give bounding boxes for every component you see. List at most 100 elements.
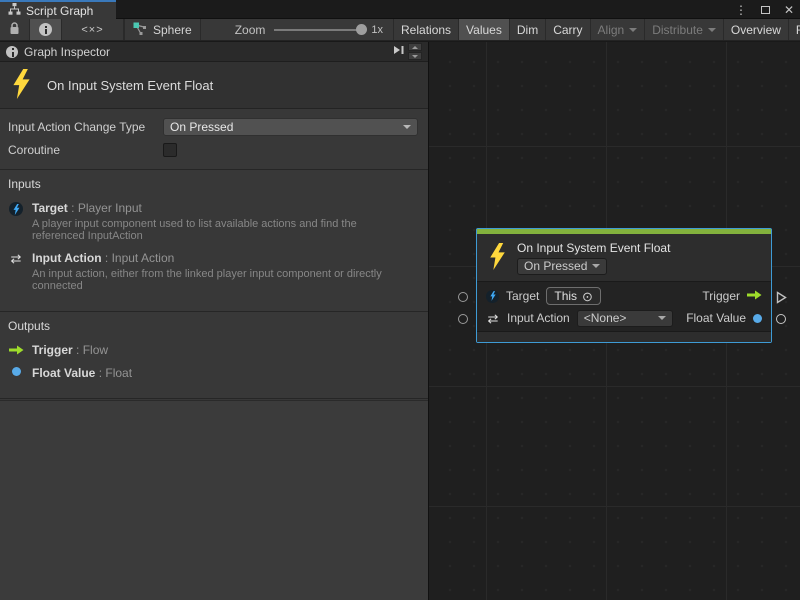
inspector-toggle-button[interactable]: [30, 19, 62, 40]
inspector-node-title: On Input System Event Float: [47, 78, 213, 93]
chevron-down-icon: [403, 125, 411, 129]
lock-button[interactable]: [0, 19, 30, 40]
button-label: Overview: [731, 23, 781, 37]
window-controls: ⋮ ✕: [734, 0, 796, 19]
port-label-target: Target: [506, 289, 539, 303]
target-this-button[interactable]: This ⊙: [546, 287, 601, 305]
flow-arrow-icon[interactable]: [747, 289, 762, 303]
pin-type-text: Float: [105, 366, 132, 380]
pin-item-trigger: Trigger : Flow: [8, 343, 418, 358]
window-maximize-icon[interactable]: [758, 3, 772, 17]
external-input-port-action[interactable]: [458, 314, 468, 324]
button-label: Full Screen: [796, 23, 800, 37]
input-action-dropdown[interactable]: <None>: [577, 310, 673, 327]
node-title: On Input System Event Float: [517, 241, 670, 255]
player-input-icon: [486, 290, 499, 303]
window-close-icon[interactable]: ✕: [782, 3, 796, 17]
code-icon: <×>: [81, 24, 103, 36]
pin-type-text: Player Input: [78, 201, 142, 215]
port-label-trigger: Trigger: [702, 289, 740, 303]
player-input-icon: [9, 202, 23, 216]
colon: :: [76, 343, 79, 357]
pin-description: An input action, either from the linked …: [32, 268, 392, 292]
dock-panel-icon[interactable]: [393, 44, 405, 59]
toolbar-button-distribute[interactable]: Distribute: [645, 19, 724, 40]
button-label: Align: [598, 23, 625, 37]
tab-bar: Script Graph ⋮ ✕: [0, 0, 800, 19]
external-input-port-target[interactable]: [458, 292, 468, 302]
script-graph-icon: [8, 3, 21, 18]
tab-script-graph[interactable]: Script Graph: [0, 0, 116, 19]
section-title: Inputs: [8, 177, 418, 191]
lock-icon: [9, 22, 20, 38]
pin-name: Input Action: [32, 251, 102, 265]
toolbar-button-carry[interactable]: Carry: [546, 19, 590, 40]
toolbar-button-fullscreen[interactable]: Full Screen: [789, 19, 800, 40]
scope-picker-icon: ⊙: [582, 290, 593, 303]
inspector-empty-area: [0, 400, 428, 600]
graph-inspector-panel: Graph Inspector: [0, 42, 429, 600]
pin-name: Target: [32, 201, 68, 215]
flow-arrow-icon: [9, 344, 24, 358]
info-icon: [6, 46, 18, 58]
property-label: Input Action Change Type: [8, 120, 163, 134]
float-value-icon: [12, 367, 21, 376]
dropdown-value: <None>: [584, 311, 627, 325]
graph-toolbar: <×> Sphere Zoom 1x Relations Values Dim …: [0, 19, 800, 41]
zoom-slider[interactable]: [274, 29, 362, 31]
external-output-port-float[interactable]: [776, 314, 786, 324]
external-output-port-trigger[interactable]: [776, 291, 787, 307]
float-value-port-icon[interactable]: [753, 314, 762, 323]
scroll-down-button[interactable]: [408, 52, 422, 60]
node-title-block: On Input System Event Float: [0, 62, 428, 109]
section-title: Outputs: [8, 319, 418, 333]
toolbar-button-relations[interactable]: Relations: [394, 19, 459, 40]
change-type-dropdown[interactable]: On Pressed: [163, 118, 418, 136]
scroll-steppers: [408, 43, 422, 60]
graph-inspector-header: Graph Inspector: [0, 42, 428, 62]
property-row-change-type: Input Action Change Type On Pressed: [8, 117, 418, 136]
node-header: On Input System Event Float On Pressed: [477, 234, 771, 282]
coroutine-checkbox[interactable]: [163, 143, 177, 157]
port-label-input-action: Input Action: [507, 311, 570, 325]
input-action-icon: ⇄: [486, 312, 500, 325]
node-properties: Input Action Change Type On Pressed Coro…: [0, 109, 428, 170]
button-label: Distribute: [652, 23, 703, 37]
graph-pointer-icon: [133, 22, 147, 38]
graph-pointer-label: Sphere: [153, 23, 192, 37]
scroll-up-button[interactable]: [408, 43, 422, 51]
toolbar-button-overview[interactable]: Overview: [724, 19, 789, 40]
node-mode-dropdown[interactable]: On Pressed: [517, 258, 607, 275]
zoom-value: 1x: [371, 24, 383, 36]
colon: :: [99, 366, 102, 380]
button-label: Dim: [517, 23, 538, 37]
pin-type-text: Input Action: [112, 251, 175, 265]
target-value: This: [554, 289, 577, 303]
chevron-down-icon: [708, 28, 716, 32]
code-preview-button[interactable]: <×>: [62, 19, 124, 40]
toolbar-button-dim[interactable]: Dim: [510, 19, 546, 40]
port-row-target-trigger: Target This ⊙ Trigger: [477, 285, 771, 307]
chevron-down-icon: [629, 28, 637, 32]
graph-pointer-breadcrumb[interactable]: Sphere: [125, 19, 201, 40]
pin-description: A player input component used to list av…: [32, 218, 392, 242]
colon: :: [105, 251, 108, 265]
button-label: Values: [466, 23, 502, 37]
inputs-section: Inputs Target : Player Input A player in…: [0, 170, 428, 312]
colon: :: [71, 201, 74, 215]
node-footer: [477, 331, 771, 342]
graph-canvas[interactable]: On Input System Event Float On Pressed: [429, 42, 800, 600]
node-on-input-system-event-float[interactable]: On Input System Event Float On Pressed: [476, 228, 772, 343]
chevron-down-icon: [412, 55, 418, 58]
toolbar-button-values[interactable]: Values: [459, 19, 510, 40]
zoom-control: Zoom 1x: [201, 19, 394, 40]
chevron-down-icon: [592, 264, 600, 268]
tab-title: Script Graph: [26, 4, 93, 18]
window-menu-icon[interactable]: ⋮: [734, 3, 748, 17]
zoom-slider-knob[interactable]: [356, 24, 367, 35]
pin-type-text: Flow: [83, 343, 108, 357]
toolbar-button-align[interactable]: Align: [591, 19, 646, 40]
property-row-coroutine: Coroutine: [8, 140, 418, 159]
dropdown-value: On Pressed: [524, 259, 587, 273]
zoom-label: Zoom: [235, 23, 266, 37]
